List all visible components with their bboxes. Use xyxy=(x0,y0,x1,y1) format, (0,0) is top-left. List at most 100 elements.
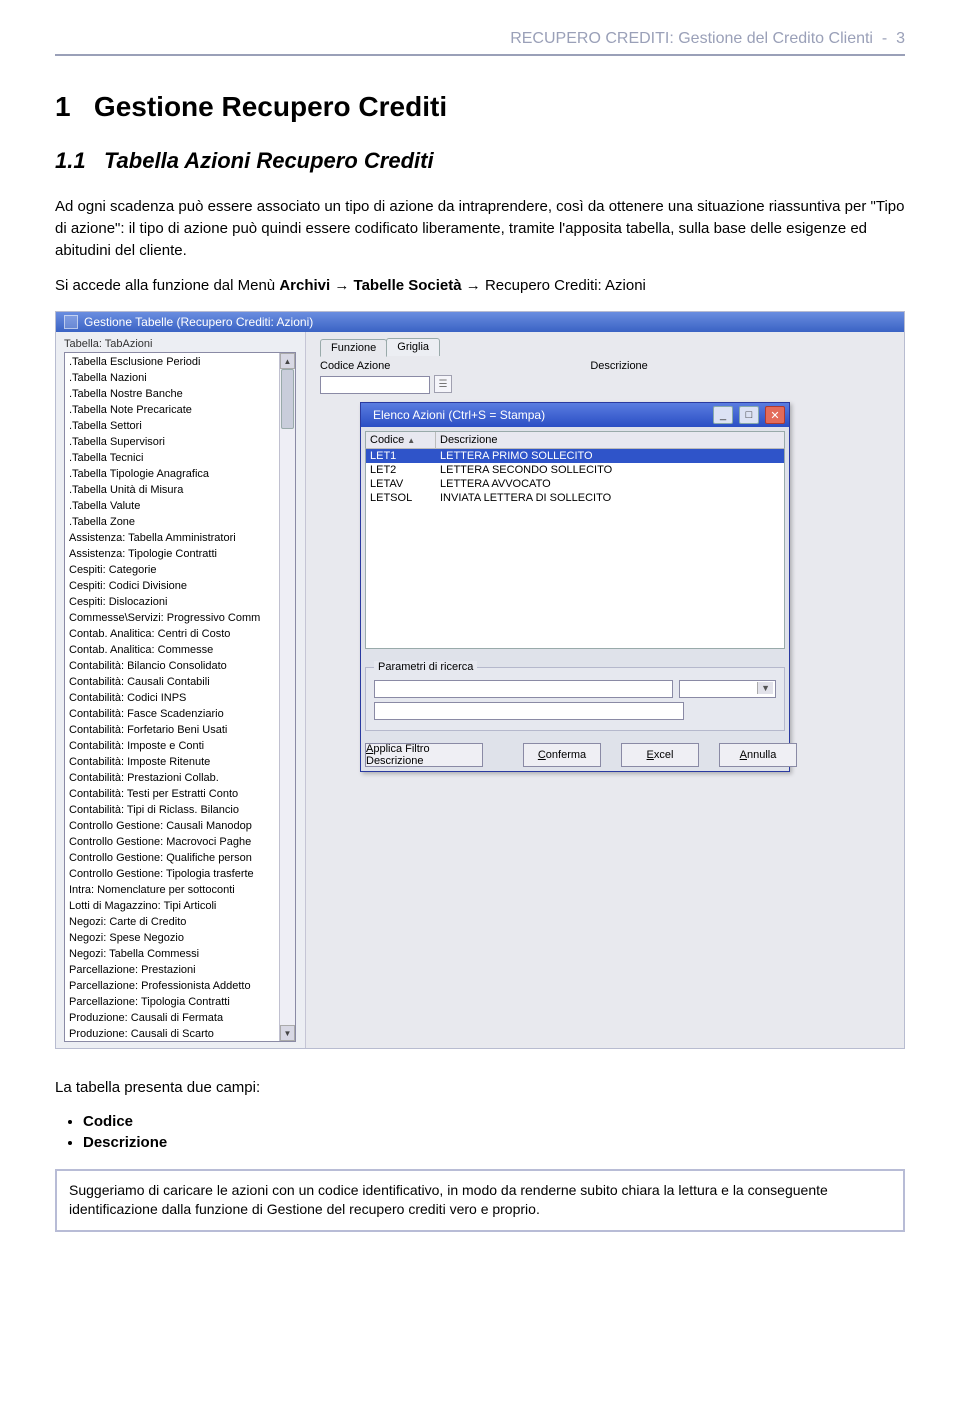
list-item[interactable]: Negozi: Carte di Credito xyxy=(65,914,295,930)
list-item[interactable]: Contabilità: Imposte e Conti xyxy=(65,738,295,754)
filter-input-2[interactable] xyxy=(374,702,684,720)
list-item[interactable]: Contabilità: Tipi di Riclass. Bilancio xyxy=(65,802,295,818)
grid-header-descrizione[interactable]: Descrizione xyxy=(436,432,784,448)
excel-button[interactable]: Excel xyxy=(621,743,699,767)
table-row[interactable]: LET2LETTERA SECONDO SOLLECITO xyxy=(366,463,784,477)
list-item[interactable]: Contab. Analitica: Centri di Costo xyxy=(65,626,295,642)
lookup-icon[interactable]: ☰ xyxy=(434,375,452,393)
list-item[interactable]: Assistenza: Tabella Amministratori xyxy=(65,530,295,546)
list-item[interactable]: .Tabella Tecnici xyxy=(65,450,295,466)
scroll-thumb[interactable] xyxy=(281,369,294,429)
list-item[interactable]: .Tabella Esclusione Periodi xyxy=(65,354,295,370)
list-item[interactable]: .Tabella Nostre Banche xyxy=(65,386,295,402)
list-item[interactable]: Produzione: Causali di Scarto xyxy=(65,1026,295,1042)
cell-descrizione: LETTERA PRIMO SOLLECITO xyxy=(436,449,784,463)
list-item[interactable]: Contabilità: Bilancio Consolidato xyxy=(65,658,295,674)
paragraph-2: Si accede alla funzione dal Menù Archivi… xyxy=(55,275,905,297)
list-item[interactable]: .Tabella Tipologie Anagrafica xyxy=(65,466,295,482)
list-item[interactable]: .Tabella Valute xyxy=(65,498,295,514)
filter-input-1[interactable] xyxy=(374,680,673,698)
bullet-codice: Codice xyxy=(83,1113,905,1130)
filter-select[interactable] xyxy=(679,680,776,698)
list-item[interactable]: .Tabella Note Precaricate xyxy=(65,402,295,418)
section-1-heading: 1 Gestione Recupero Crediti xyxy=(55,91,905,123)
annulla-button[interactable]: Annulla xyxy=(719,743,797,767)
left-panel: Tabella: TabAzioni .Tabella Esclusione P… xyxy=(56,332,306,1048)
cell-descrizione: INVIATA LETTERA DI SOLLECITO xyxy=(436,491,784,505)
header-pagenum: 3 xyxy=(896,30,905,47)
window-titlebar[interactable]: Gestione Tabelle (Recupero Crediti: Azio… xyxy=(56,312,904,332)
dialog-title: Elenco Azioni (Ctrl+S = Stampa) xyxy=(373,408,545,422)
list-item[interactable]: Negozi: Spese Negozio xyxy=(65,930,295,946)
close-button[interactable]: ✕ xyxy=(765,406,785,424)
applica-filtro-button[interactable]: Applica Filtro Descrizione xyxy=(365,743,483,767)
tip-box: Suggeriamo di caricare le azioni con un … xyxy=(55,1169,905,1232)
cell-codice: LET2 xyxy=(366,463,436,477)
field-bullets: Codice Descrizione xyxy=(55,1113,905,1151)
tabs: Funzione Griglia xyxy=(320,338,894,356)
list-item[interactable]: Parcellazione: Prestazioni xyxy=(65,962,295,978)
list-item[interactable]: Negozi: Tabella Commessi xyxy=(65,946,295,962)
list-item[interactable]: Controllo Gestione: Macrovoci Paghe xyxy=(65,834,295,850)
panel-legend: Tabella: TabAzioni xyxy=(64,338,301,350)
list-item[interactable]: Commesse\Servizi: Progressivo Comm xyxy=(65,610,295,626)
dialog-titlebar[interactable]: Elenco Azioni (Ctrl+S = Stampa) _ □ ✕ xyxy=(361,403,789,427)
list-item[interactable]: Controllo Gestione: Causali Manodop xyxy=(65,818,295,834)
list-item[interactable]: Produzione: Causali di Fermata xyxy=(65,1010,295,1026)
header-rule xyxy=(55,54,905,56)
list-item[interactable]: Parcellazione: Tipologia Contratti xyxy=(65,994,295,1010)
list-item[interactable]: Contabilità: Fasce Scadenziario xyxy=(65,706,295,722)
maximize-button[interactable]: □ xyxy=(739,406,759,424)
window-icon xyxy=(64,315,78,329)
listbox-scrollbar[interactable]: ▲ ▼ xyxy=(279,353,295,1041)
table-row[interactable]: LETSOLINVIATA LETTERA DI SOLLECITO xyxy=(366,491,784,505)
list-item[interactable]: .Tabella Nazioni xyxy=(65,370,295,386)
scroll-down-icon[interactable]: ▼ xyxy=(280,1025,295,1041)
parametri-legend: Parametri di ricerca xyxy=(374,661,477,673)
document-running-header: RECUPERO CREDITI: Gestione del Credito C… xyxy=(55,30,905,48)
scroll-up-icon[interactable]: ▲ xyxy=(280,353,295,369)
conferma-button[interactable]: Conferma xyxy=(523,743,601,767)
codice-azione-input[interactable] xyxy=(320,376,430,394)
cell-codice: LETSOL xyxy=(366,491,436,505)
list-item[interactable]: .Tabella Supervisori xyxy=(65,434,295,450)
tab-griglia[interactable]: Griglia xyxy=(386,338,440,356)
list-item[interactable]: .Tabella Zone xyxy=(65,514,295,530)
table-row[interactable]: LETAVLETTERA AVVOCATO xyxy=(366,477,784,491)
list-item[interactable]: Cespiti: Dislocazioni xyxy=(65,594,295,610)
list-item[interactable]: Contabilità: Prestazioni Collab. xyxy=(65,770,295,786)
list-item[interactable]: Controllo Gestione: Tipologia trasferte xyxy=(65,866,295,882)
list-item[interactable]: Contabilità: Imposte Ritenute xyxy=(65,754,295,770)
list-item[interactable]: Contabilità: Causali Contabili xyxy=(65,674,295,690)
list-item[interactable]: .Tabella Unità di Misura xyxy=(65,482,295,498)
list-item[interactable]: Assistenza: Tipologie Contratti xyxy=(65,546,295,562)
list-item[interactable]: Parcellazione: Professionista Addetto xyxy=(65,978,295,994)
grid-header: Codice ▲ Descrizione xyxy=(365,431,785,449)
tab-funzione[interactable]: Funzione xyxy=(320,339,387,357)
list-item[interactable]: Contab. Analitica: Commesse xyxy=(65,642,295,658)
cell-codice: LETAV xyxy=(366,477,436,491)
paragraph-1: Ad ogni scadenza può essere associato un… xyxy=(55,196,905,261)
list-item[interactable]: Cespiti: Categorie xyxy=(65,562,295,578)
table-listbox[interactable]: .Tabella Esclusione Periodi.Tabella Nazi… xyxy=(64,352,296,1042)
label-codice-azione: Codice Azione xyxy=(320,360,390,372)
list-item[interactable]: Intra: Nomenclature per sottoconti xyxy=(65,882,295,898)
list-item[interactable]: Contabilità: Testi per Estratti Conto xyxy=(65,786,295,802)
list-item[interactable]: Cespiti: Codici Divisione xyxy=(65,578,295,594)
list-item[interactable]: Lotti di Magazzino: Tipi Articoli xyxy=(65,898,295,914)
dialog-elenco-azioni: Elenco Azioni (Ctrl+S = Stampa) _ □ ✕ Co… xyxy=(360,402,790,772)
cell-descrizione: LETTERA SECONDO SOLLECITO xyxy=(436,463,784,477)
right-panel: Funzione Griglia Codice Azione Descrizio… xyxy=(306,332,904,1048)
screenshot-gestione-tabelle: Gestione Tabelle (Recupero Crediti: Azio… xyxy=(55,311,905,1049)
list-item[interactable]: Controllo Gestione: Qualifiche person xyxy=(65,850,295,866)
grid-body[interactable]: LET1LETTERA PRIMO SOLLECITOLET2LETTERA S… xyxy=(365,449,785,649)
table-row[interactable]: LET1LETTERA PRIMO SOLLECITO xyxy=(366,449,784,463)
sort-asc-icon: ▲ xyxy=(407,436,415,445)
list-item[interactable]: Contabilità: Codici INPS xyxy=(65,690,295,706)
list-item[interactable]: .Tabella Settori xyxy=(65,418,295,434)
list-item[interactable]: Contabilità: Forfetario Beni Usati xyxy=(65,722,295,738)
grid-header-codice[interactable]: Codice ▲ xyxy=(366,432,436,448)
parametri-ricerca-fieldset: Parametri di ricerca xyxy=(365,667,785,731)
minimize-button[interactable]: _ xyxy=(713,406,733,424)
post-intro: La tabella presenta due campi: xyxy=(55,1077,905,1099)
